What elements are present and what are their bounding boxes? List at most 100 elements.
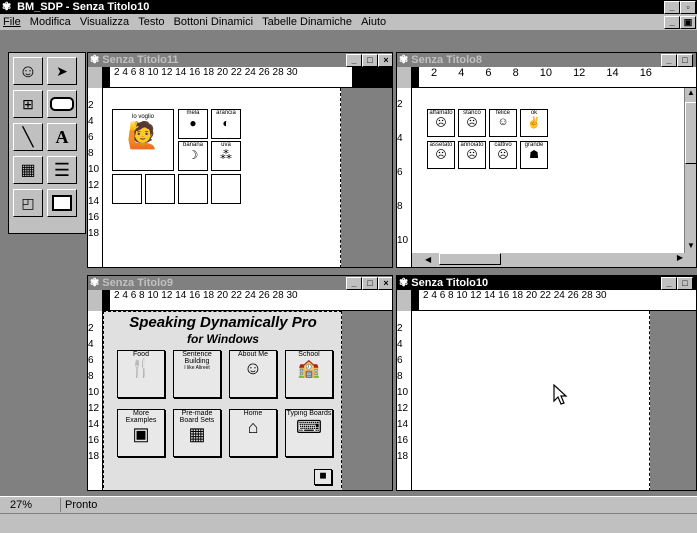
face-icon: ☺ xyxy=(497,116,509,128)
board-cell-mela[interactable]: mela ● xyxy=(178,109,208,139)
board-button-food[interactable]: Food 🍴 xyxy=(117,350,165,398)
vertical-ruler: 2 4 6 8 10 12 14 16 18 xyxy=(88,311,103,490)
vertical-ruler: 2 4 6 8 10 12 14 16 18 xyxy=(88,88,103,267)
board-button-school[interactable]: School 🏫 xyxy=(285,350,333,398)
board-button-pre-made-board-sets[interactable]: Pre-made Board Sets ▦ xyxy=(173,409,221,457)
face-icon: ☹ xyxy=(466,149,478,161)
maximize-button[interactable]: ▫ xyxy=(680,1,696,14)
board-button-typing-boards[interactable]: Typing Boards ⌨ xyxy=(285,409,333,457)
board-subtitle: for Windows xyxy=(187,332,259,346)
maximize-button[interactable]: □ xyxy=(677,277,693,290)
face-icon: ☹ xyxy=(435,149,447,161)
window-senza-titolo10[interactable]: ✾ Senza Titolo10 _ □ 2 4 6 8 10 12 14 16… xyxy=(396,275,697,491)
menu-file[interactable]: File xyxy=(0,15,24,29)
horizontal-ruler: 2 4 6 8 10 12 14 16 xyxy=(411,67,696,88)
board-cell-banana[interactable]: banana ☽ xyxy=(178,141,208,171)
board-grid-icon: ▦ xyxy=(188,424,206,444)
pointer-tool-icon[interactable]: ➤ xyxy=(47,57,77,85)
board-cell[interactable]: assetato ☹ xyxy=(427,141,455,169)
minimize-button[interactable]: _ xyxy=(346,277,362,290)
scroll-right-arrow-icon[interactable]: ▶ xyxy=(677,253,683,262)
table-tool-icon[interactable]: ▦ xyxy=(13,156,43,184)
board-cell-empty[interactable] xyxy=(211,174,241,204)
window-titlebar[interactable]: ✾ Senza Titolo8 _ □ xyxy=(397,53,696,67)
mdi-restore-button[interactable]: ▣ xyxy=(680,16,696,29)
zoom-level: 27% xyxy=(10,499,33,511)
menu-modifica[interactable]: Modifica xyxy=(27,15,74,29)
minimize-button[interactable]: _ xyxy=(346,54,362,67)
close-button[interactable]: × xyxy=(378,277,392,290)
maximize-button[interactable]: □ xyxy=(362,277,378,290)
board-cell-arancia[interactable]: arancia ◐ xyxy=(211,109,241,139)
board-cell[interactable]: felice ☺ xyxy=(489,109,517,137)
window-senza-titolo8[interactable]: ✾ Senza Titolo8 _ □ 2 4 6 8 10 12 14 16 … xyxy=(396,52,697,268)
board-cell-uva[interactable]: uva ⁂ xyxy=(211,141,241,171)
document-icon: ✾ xyxy=(399,54,409,66)
face-icon[interactable]: ☺ xyxy=(13,57,43,85)
horizontal-ruler: 2 4 6 8 10 12 14 16 18 20 22 24 26 28 30 xyxy=(102,290,392,311)
horizontal-ruler: 2 4 6 8 10 12 14 16 18 20 22 24 26 28 30 xyxy=(102,67,392,88)
board-button-small[interactable]: ◼ xyxy=(314,469,332,485)
scroll-down-arrow-icon[interactable]: ▼ xyxy=(685,241,696,253)
menu-visualizza[interactable]: Visualizza xyxy=(77,15,132,29)
tool-palette: ☺ ➤ ⊞ ╲ A ▦ ☰ ◰ xyxy=(8,52,86,234)
close-button[interactable]: × xyxy=(378,54,392,67)
lines-tool-icon[interactable]: ☰ xyxy=(47,156,77,184)
scroll-left-arrow-icon[interactable]: ◀ xyxy=(425,255,431,264)
board-button-home[interactable]: Home ⌂ xyxy=(229,409,277,457)
scroll-thumb[interactable] xyxy=(439,253,501,265)
window-senza-titolo9[interactable]: ✾ Senza Titolo9 _ □ × 2 4 6 8 10 12 14 1… xyxy=(87,275,393,491)
house-icon: ⌂ xyxy=(247,417,259,437)
board-button-more-examples[interactable]: More Examples ▣ xyxy=(117,409,165,457)
apple-icon: ● xyxy=(189,116,197,130)
window-titlebar[interactable]: ✾ Senza Titolo10 _ □ xyxy=(397,276,696,290)
board-cell[interactable]: grande ☗ xyxy=(520,141,548,169)
board-cell-lo-voglio[interactable]: lo voglio 🙋 xyxy=(112,109,174,171)
maximize-button[interactable]: □ xyxy=(677,54,693,67)
menu-aiuto[interactable]: Aiuto xyxy=(358,15,389,29)
vertical-scrollbar[interactable]: ▲ ▼ xyxy=(684,88,696,253)
text-tool-icon[interactable]: A xyxy=(47,123,77,151)
board-cell[interactable]: stanco ☹ xyxy=(458,109,486,137)
horizontal-scrollbar[interactable]: ◀ ▶ xyxy=(425,253,696,265)
board-button-sentence-building[interactable]: Sentence Building I like Alireet xyxy=(173,350,221,398)
board-cell-empty[interactable] xyxy=(178,174,208,204)
window-senza-titolo11[interactable]: ✾ Senza Titolo11 _ □ × 2 4 6 8 10 12 14 … xyxy=(87,52,393,268)
rectangle-tool-icon[interactable] xyxy=(47,189,77,217)
board-title: Speaking Dynamically Pro xyxy=(129,314,317,331)
maximize-button[interactable]: □ xyxy=(362,54,378,67)
menu-bottoni-dinamici[interactable]: Bottoni Dinamici xyxy=(171,15,256,29)
board-cell[interactable]: ok ✌ xyxy=(520,109,548,137)
menu-tabelle-dinamiche[interactable]: Tabelle Dinamiche xyxy=(259,15,355,29)
button-grid-tool-icon[interactable]: ⊞ xyxy=(13,90,43,118)
app-icon[interactable]: ✾ xyxy=(2,0,14,14)
board-cell[interactable]: cattivo ☹ xyxy=(489,141,517,169)
mdi-minimize-button[interactable]: _ xyxy=(664,16,680,29)
board-button-about-me[interactable]: About Me ☺ xyxy=(229,350,277,398)
board-cell-empty[interactable] xyxy=(112,174,142,204)
board-cell[interactable]: annoiato ☹ xyxy=(458,141,486,169)
board-cell-empty[interactable] xyxy=(145,174,175,204)
frame-tool-icon[interactable]: ◰ xyxy=(13,189,43,217)
thumbs-up-icon: ✌ xyxy=(527,117,541,129)
rounded-button-tool-icon[interactable] xyxy=(47,90,77,118)
minimize-button[interactable]: _ xyxy=(664,1,680,14)
face-icon: ☹ xyxy=(466,117,478,129)
board-cell[interactable]: affamato ☹ xyxy=(427,109,455,137)
menu-testo[interactable]: Testo xyxy=(135,15,167,29)
face-icon: ☹ xyxy=(435,117,447,129)
page-margin xyxy=(341,88,392,267)
horizontal-ruler: 2 4 6 8 10 12 14 16 18 20 22 24 26 28 30 xyxy=(411,290,696,311)
window-titlebar[interactable]: ✾ Senza Titolo11 _ □ × xyxy=(88,53,392,67)
banana-icon: ☽ xyxy=(187,148,199,162)
page-margin xyxy=(342,311,392,490)
line-tool-icon[interactable]: ╲ xyxy=(13,123,43,151)
scroll-thumb[interactable] xyxy=(685,102,696,164)
grapes-icon: ⁂ xyxy=(220,148,232,162)
scroll-up-arrow-icon[interactable]: ▲ xyxy=(685,88,696,100)
minimize-button[interactable]: _ xyxy=(661,54,677,67)
app-titlebar: ✾ BM_SDP - Senza Titolo10 _ ▫ xyxy=(0,0,697,14)
window-titlebar[interactable]: ✾ Senza Titolo9 _ □ × xyxy=(88,276,392,290)
page-canvas[interactable] xyxy=(412,311,650,490)
minimize-button[interactable]: _ xyxy=(661,277,677,290)
